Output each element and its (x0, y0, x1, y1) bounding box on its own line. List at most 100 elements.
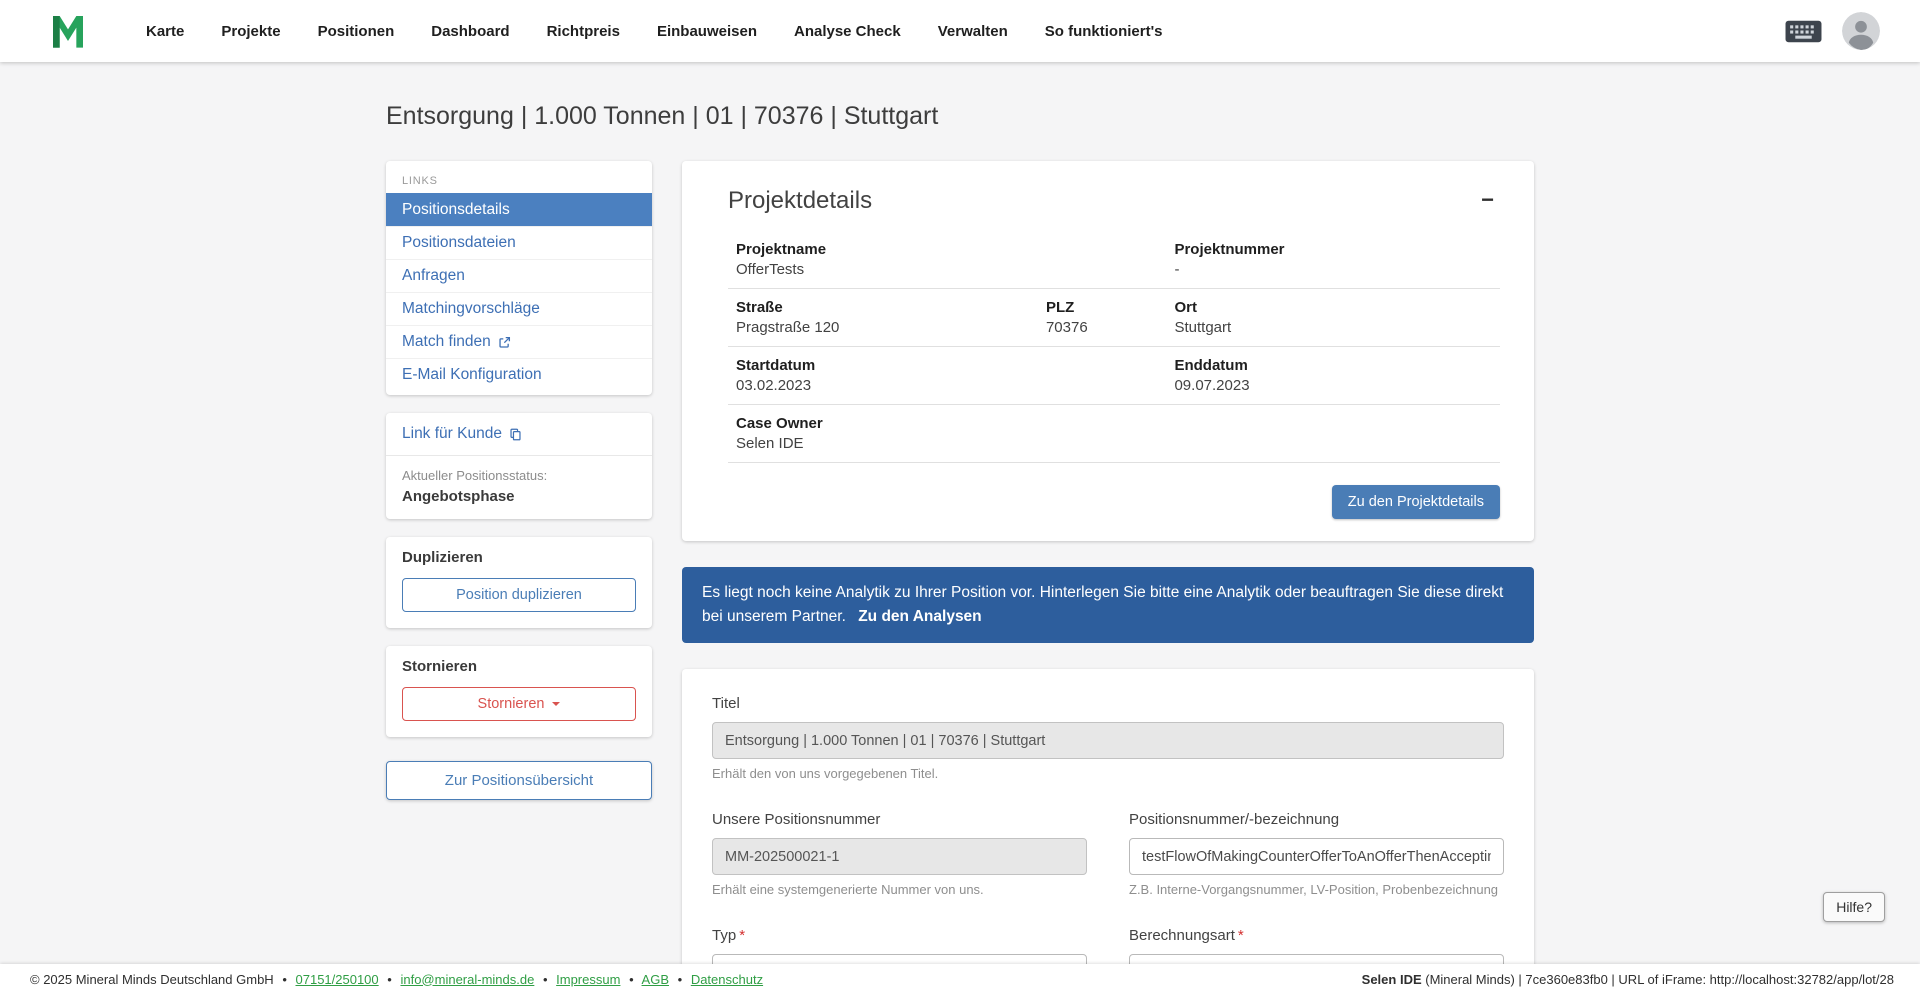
separator: • (542, 971, 548, 987)
nav-einbauweisen[interactable]: Einbauweisen (657, 23, 757, 40)
app-logo[interactable] (48, 11, 88, 51)
positionsnummer-help: Erhält eine systemgenerierte Nummer von … (712, 882, 984, 898)
sidebar-item-label: Positionsdetails (402, 201, 510, 218)
analytics-banner-text: Es liegt noch keine Analytik zu Ihrer Po… (702, 584, 1504, 626)
customer-status-card: Link für Kunde Aktueller Positionsstatus… (386, 413, 652, 519)
position-form-card: Titel Erhält den von uns vorgegebenen Ti… (682, 669, 1534, 994)
footer-datenschutz-link[interactable]: Datenschutz (691, 972, 763, 987)
sidebar-item-positionsdetails[interactable]: Positionsdetails (386, 193, 652, 226)
duplicate-heading: Duplizieren (402, 549, 483, 566)
user-avatar-icon[interactable] (1842, 12, 1880, 50)
duplicate-card: Duplizieren Position duplizieren (386, 537, 652, 628)
footer-email-link[interactable]: info@mineral-minds.de (400, 972, 534, 987)
required-mark: * (1237, 927, 1244, 945)
enddatum-value: 09.07.2023 (1174, 377, 1250, 394)
analyses-link[interactable]: Zu den Analysen (858, 608, 981, 625)
links-heading: LINKS (402, 175, 438, 187)
sidebar-item-positionsdateien[interactable]: Positionsdateien (386, 226, 652, 259)
separator: • (282, 971, 287, 987)
main-column: Projektdetails − Projektname OfferTests … (682, 161, 1534, 994)
titel-label: Titel (712, 695, 740, 713)
separator: • (629, 971, 634, 987)
session-details: (Mineral Minds) | 7ce360e83fb0 | URL of … (1421, 971, 1894, 987)
positionsnummer-label: Unsere Positionsnummer (712, 811, 881, 829)
plz-label: PLZ (1045, 299, 1075, 316)
sidebar-item-label: Positionsdateien (402, 234, 516, 251)
externe-positionsnummer-help: Z.B. Interne-Vorgangsnummer, LV-Position… (1129, 882, 1499, 898)
copy-icon (509, 428, 522, 441)
startdatum-value: 03.02.2023 (736, 377, 812, 394)
nav-so-funktionierts[interactable]: So funktioniert's (1045, 23, 1163, 40)
table-row: Startdatum 03.02.2023 Enddatum 09.07.202… (728, 347, 1500, 405)
externe-positionsnummer-label: Positionsnummer/-bezeichnung (1129, 811, 1340, 829)
positionsnummer-input (712, 838, 1087, 876)
sidebar-item-label: Matchingvorschläge (402, 300, 540, 317)
externe-positionsnummer-input[interactable] (1129, 838, 1504, 876)
plz-value: 70376 (1045, 319, 1088, 336)
links-card: LINKS Positionsdetails Positionsdateien … (386, 161, 652, 395)
cancel-heading: Stornieren (402, 658, 478, 675)
main-nav: Karte Projekte Positionen Dashboard Rich… (146, 23, 1163, 40)
enddatum-label: Enddatum (1174, 357, 1248, 374)
sidebar-item-label: Anfragen (402, 267, 465, 284)
link-fuer-kunde[interactable]: Link für Kunde (402, 425, 522, 443)
nav-projekte[interactable]: Projekte (221, 23, 280, 40)
nav-analyse-check[interactable]: Analyse Check (794, 23, 901, 40)
project-details-heading: Projektdetails (728, 187, 873, 214)
sidebar-item-anfragen[interactable]: Anfragen (386, 259, 652, 292)
projektnummer-label: Projektnummer (1174, 241, 1285, 258)
footer-session-info: Selen IDE (Mineral Minds) | 7ce360e83fb0… (1362, 972, 1894, 987)
footer-impressum-link[interactable]: Impressum (556, 972, 620, 987)
link-fuer-kunde-label: Link für Kunde (402, 425, 502, 442)
berechnungsart-label: Berechnungsart * (1129, 927, 1244, 945)
position-status-label: Aktueller Positionsstatus: (402, 468, 548, 483)
footer: © 2025 Mineral Minds Deutschland GmbH • … (0, 964, 1920, 994)
separator: • (677, 971, 683, 987)
strasse-value: Pragstraße 120 (736, 319, 840, 336)
cancel-button[interactable]: Stornieren (402, 687, 636, 721)
collapse-button[interactable]: − (1475, 187, 1500, 213)
sidebar-item-matchingvorschlaege[interactable]: Matchingvorschläge (386, 292, 652, 325)
footer-left: © 2025 Mineral Minds Deutschland GmbH • … (30, 972, 763, 987)
session-user: Selen IDE (1361, 971, 1422, 987)
cancel-card: Stornieren Stornieren (386, 646, 652, 737)
nav-karte[interactable]: Karte (146, 23, 184, 40)
help-button[interactable]: Hilfe? (1823, 892, 1885, 922)
cancel-button-label: Stornieren (477, 696, 545, 712)
startdatum-label: Startdatum (736, 357, 816, 374)
separator: • (387, 971, 392, 987)
nav-verwalten[interactable]: Verwalten (938, 23, 1008, 40)
page-content: Entsorgung | 1.000 Tonnen | 01 | 70376 |… (386, 62, 1534, 994)
nav-dashboard[interactable]: Dashboard (431, 23, 509, 40)
projektname-label: Projektname (736, 241, 827, 258)
keyboard-icon[interactable] (1785, 20, 1822, 43)
sidebar-item-email-konfiguration[interactable]: E-Mail Konfiguration (386, 358, 652, 391)
titel-help: Erhält den von uns vorgegebenen Titel. (712, 766, 939, 782)
page-title: Entsorgung | 1.000 Tonnen | 01 | 70376 |… (386, 102, 939, 130)
nav-positionen[interactable]: Positionen (318, 23, 395, 40)
position-overview-button[interactable]: Zur Positionsübersicht (386, 761, 652, 800)
case-owner-value: Selen IDE (736, 435, 804, 452)
top-nav: Karte Projekte Positionen Dashboard Rich… (0, 0, 1920, 62)
strasse-label: Straße (736, 299, 783, 316)
footer-agb-link[interactable]: AGB (642, 972, 669, 987)
copyright-text: © 2025 Mineral Minds Deutschland GmbH (30, 971, 274, 987)
project-details-button[interactable]: Zu den Projektdetails (1331, 485, 1500, 519)
typ-label: Typ * (712, 927, 746, 945)
external-link-icon (498, 336, 511, 349)
table-row: Straße Pragstraße 120 PLZ 70376 Ort Stut… (728, 289, 1500, 347)
duplicate-position-button[interactable]: Position duplizieren (402, 578, 636, 612)
projektnummer-value: - (1174, 261, 1180, 278)
titel-input (712, 722, 1504, 760)
projektname-value: OfferTests (736, 261, 805, 278)
footer-phone-link[interactable]: 07151/250100 (296, 972, 379, 987)
table-row: Projektname OfferTests Projektnummer - (728, 231, 1500, 289)
nav-richtpreis[interactable]: Richtpreis (547, 23, 620, 40)
chevron-down-icon (552, 702, 561, 706)
sidebar-item-label: E-Mail Konfiguration (402, 366, 542, 383)
project-details-card: Projektdetails − Projektname OfferTests … (682, 161, 1534, 541)
sidebar-item-match-finden[interactable]: Match finden (386, 325, 652, 358)
case-owner-label: Case Owner (736, 415, 823, 432)
analytics-banner: Es liegt noch keine Analytik zu Ihrer Po… (682, 567, 1534, 644)
mineral-minds-logo-icon (53, 16, 83, 48)
